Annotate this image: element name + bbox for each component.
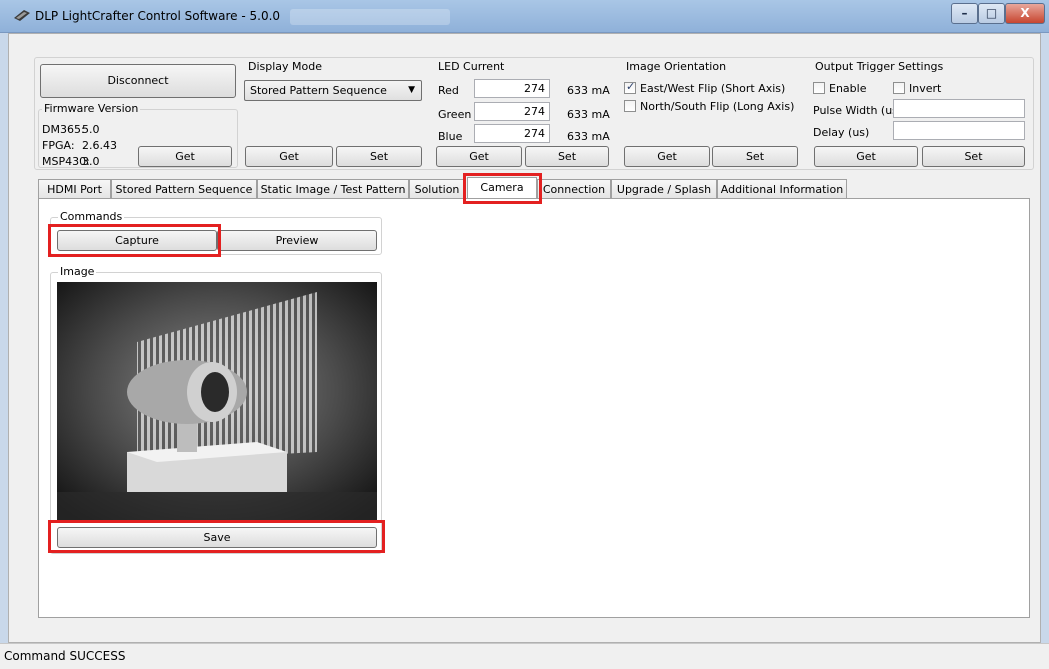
orientation-get-button[interactable]: Get bbox=[624, 146, 710, 167]
green-label: Green bbox=[438, 108, 472, 121]
display-mode-label: Display Mode bbox=[246, 60, 325, 73]
msp430-value: 3.0 bbox=[82, 155, 100, 168]
capture-button[interactable]: Capture bbox=[57, 230, 217, 251]
trigger-invert-checkbox[interactable] bbox=[893, 82, 905, 94]
green-current-input[interactable]: 274 bbox=[474, 102, 550, 121]
east-west-flip-checkbox[interactable] bbox=[624, 80, 636, 94]
red-label: Red bbox=[438, 84, 459, 97]
display-mode-select[interactable]: Stored Pattern Sequence ▼ bbox=[244, 80, 422, 101]
dm365-label: DM365: bbox=[42, 123, 85, 136]
camera-capture-image bbox=[57, 282, 377, 522]
save-button[interactable]: Save bbox=[57, 527, 377, 548]
close-icon: X bbox=[1020, 6, 1030, 20]
led-set-button[interactable]: Set bbox=[525, 146, 609, 167]
trigger-enable-checkbox[interactable] bbox=[813, 82, 825, 94]
led-get-button[interactable]: Get bbox=[436, 146, 522, 167]
delay-label: Delay (us) bbox=[813, 126, 870, 139]
fpga-label: FPGA: bbox=[42, 139, 75, 152]
disconnect-button[interactable]: Disconnect bbox=[40, 64, 236, 98]
output-trigger-label: Output Trigger Settings bbox=[813, 60, 946, 73]
tab-stored-pattern-sequence[interactable]: Stored Pattern Sequence bbox=[111, 179, 257, 199]
north-south-flip-label: North/South Flip (Long Axis) bbox=[640, 100, 795, 113]
display-mode-set-button[interactable]: Set bbox=[336, 146, 422, 167]
status-bar: Command SUCCESS bbox=[0, 643, 1049, 669]
pulse-width-label: Pulse Width (us) bbox=[813, 104, 903, 117]
tab-upgrade-splash[interactable]: Upgrade / Splash bbox=[611, 179, 717, 199]
firmware-get-button[interactable]: Get bbox=[138, 146, 232, 167]
blue-label: Blue bbox=[438, 130, 463, 143]
display-mode-get-button[interactable]: Get bbox=[245, 146, 333, 167]
app-window: DLP LightCrafter Control Software - 5.0.… bbox=[0, 0, 1049, 669]
window-left-border bbox=[0, 33, 8, 643]
blue-ma-value: 633 mA bbox=[567, 130, 610, 143]
trigger-get-button[interactable]: Get bbox=[814, 146, 918, 167]
east-west-flip-label: East/West Flip (Short Axis) bbox=[640, 82, 786, 95]
trigger-invert-label: Invert bbox=[909, 82, 942, 95]
image-orientation-label: Image Orientation bbox=[624, 60, 729, 73]
led-current-label: LED Current bbox=[436, 60, 507, 73]
tab-additional-information[interactable]: Additional Information bbox=[717, 179, 847, 199]
status-text: Command SUCCESS bbox=[4, 649, 126, 663]
tab-camera[interactable]: Camera bbox=[467, 177, 537, 199]
background-taskbar-item bbox=[290, 9, 450, 25]
tab-solution[interactable]: Solution bbox=[409, 179, 465, 199]
minimize-icon: – bbox=[961, 6, 968, 20]
tab-static-image[interactable]: Static Image / Test Pattern bbox=[257, 179, 409, 199]
red-current-input[interactable]: 274 bbox=[474, 79, 550, 98]
maximize-button[interactable]: □ bbox=[978, 3, 1005, 24]
trigger-set-button[interactable]: Set bbox=[922, 146, 1025, 167]
blue-current-input[interactable]: 274 bbox=[474, 124, 550, 143]
app-logo-icon bbox=[14, 10, 30, 21]
window-right-border bbox=[1041, 33, 1049, 643]
green-ma-value: 633 mA bbox=[567, 108, 610, 121]
display-mode-value: Stored Pattern Sequence bbox=[250, 84, 387, 97]
image-group-label: Image bbox=[58, 265, 97, 278]
title-bar[interactable]: DLP LightCrafter Control Software - 5.0.… bbox=[0, 0, 1049, 33]
maximize-icon: □ bbox=[985, 6, 998, 20]
pulse-width-input[interactable] bbox=[893, 99, 1025, 118]
window-title: DLP LightCrafter Control Software - 5.0.… bbox=[35, 9, 281, 23]
orientation-set-button[interactable]: Set bbox=[712, 146, 798, 167]
north-south-flip-checkbox[interactable] bbox=[624, 100, 636, 112]
minimize-button[interactable]: – bbox=[951, 3, 978, 24]
preview-button[interactable]: Preview bbox=[217, 230, 377, 251]
delay-input[interactable] bbox=[893, 121, 1025, 140]
red-ma-value: 633 mA bbox=[567, 84, 610, 97]
commands-group-label: Commands bbox=[58, 210, 125, 223]
tab-connection[interactable]: Connection bbox=[537, 179, 611, 199]
firmware-group-label: Firmware Version bbox=[42, 102, 141, 115]
dropdown-arrow-icon: ▼ bbox=[408, 85, 415, 95]
close-button[interactable]: X bbox=[1005, 3, 1045, 24]
tab-hdmi-port[interactable]: HDMI Port bbox=[38, 179, 111, 199]
trigger-enable-label: Enable bbox=[829, 82, 867, 95]
fpga-value: 2.6.43 bbox=[82, 139, 117, 152]
dm365-value: 5.0 bbox=[82, 123, 100, 136]
